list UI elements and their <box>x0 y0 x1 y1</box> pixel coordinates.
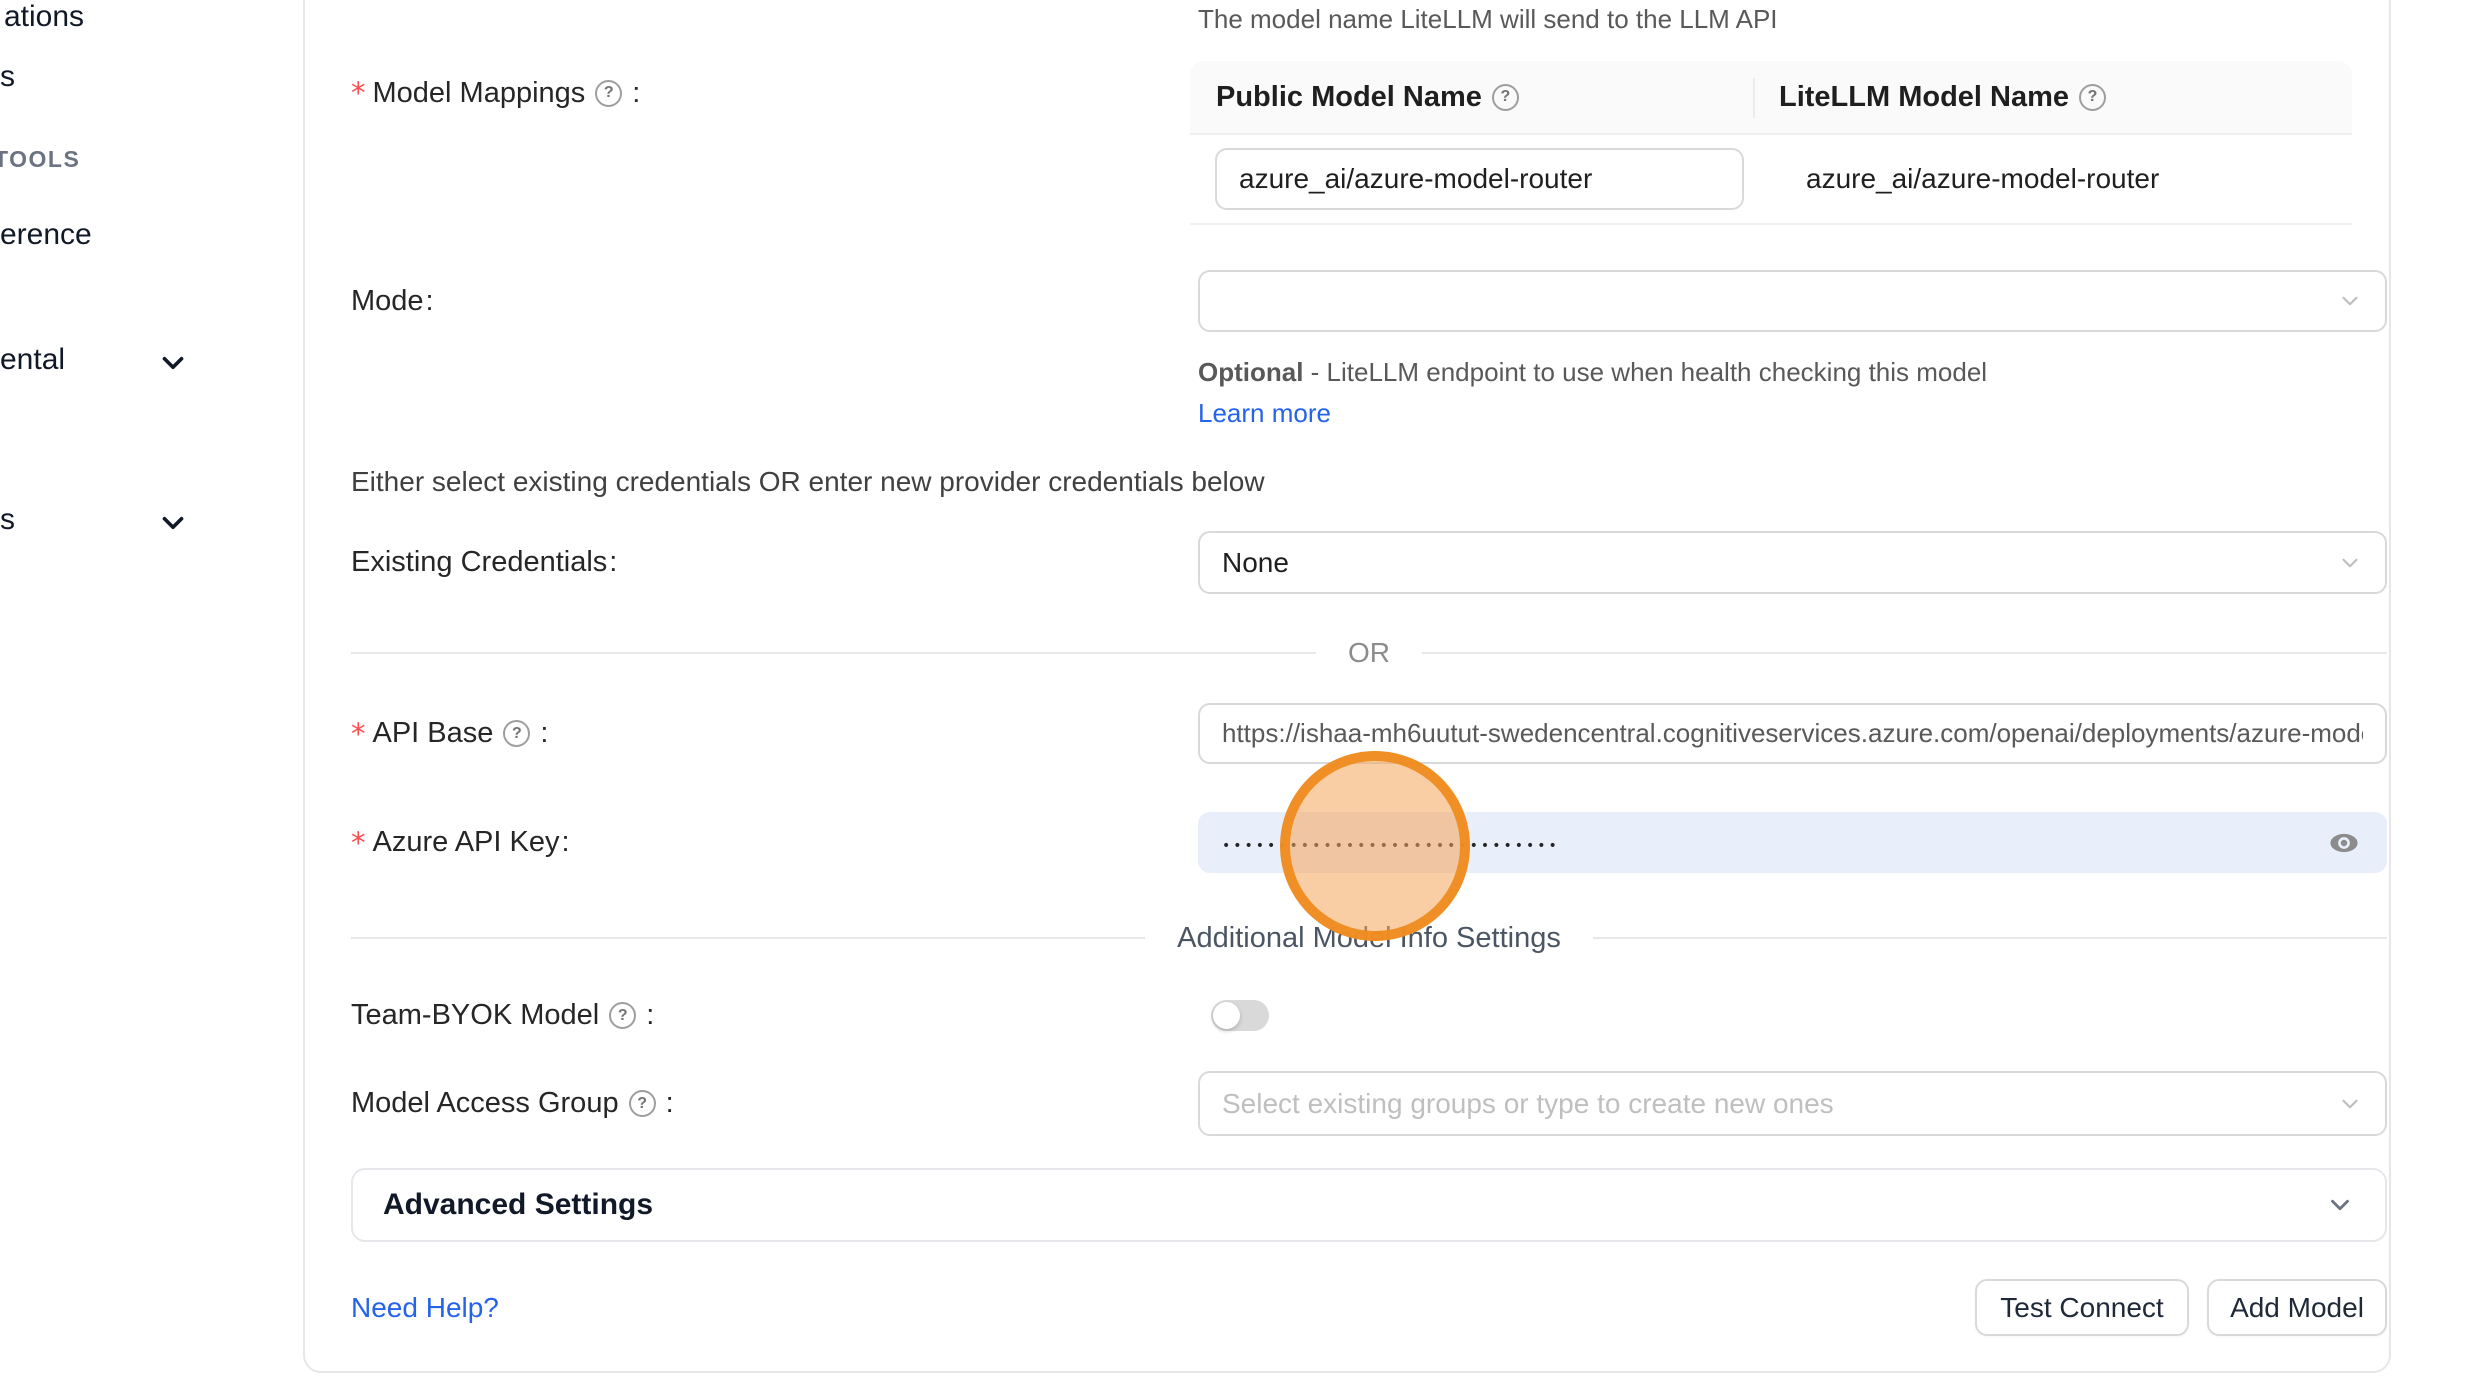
api-base-label: * API Base ? : <box>351 703 548 764</box>
sidebar-section-label: TOOLS <box>0 146 80 172</box>
chevron-down-icon[interactable] <box>156 506 190 540</box>
column-header-litellm-model-name: LiteLLM Model Name ? <box>1753 61 2352 133</box>
existing-credentials-label-text: Existing Credentials <box>351 546 607 579</box>
masked-api-key: •••••••••••••••••••••••••••••• <box>1222 833 1560 853</box>
chevron-down-icon <box>2337 288 2363 314</box>
sidebar-item-label: ations <box>4 0 84 33</box>
help-icon[interactable]: ? <box>503 720 530 747</box>
existing-credentials-label: Existing Credentials : <box>351 531 617 594</box>
sidebar-item-erence[interactable]: erence <box>0 218 92 252</box>
public-model-name-input[interactable] <box>1215 148 1744 210</box>
toggle-knob <box>1213 1002 1240 1029</box>
advanced-settings-header[interactable]: Advanced Settings <box>351 1168 2387 1242</box>
mode-helper-body: - LiteLLM endpoint to use when health ch… <box>1303 357 1987 387</box>
team-byok-toggle[interactable] <box>1211 1000 1269 1031</box>
table-header-row: Public Model Name ? LiteLLM Model Name ? <box>1190 61 2352 135</box>
model-mappings-table: Public Model Name ? LiteLLM Model Name ?… <box>1190 61 2352 225</box>
team-byok-label-text: Team-BYOK Model <box>351 999 599 1032</box>
azure-api-key-label-text: Azure API Key <box>373 826 560 859</box>
table-row: azure_ai/azure-model-router <box>1190 135 2352 225</box>
help-icon[interactable]: ? <box>595 80 622 107</box>
model-access-group-label-text: Model Access Group <box>351 1087 619 1120</box>
column-divider <box>1753 78 1755 118</box>
required-asterisk: * <box>351 717 366 751</box>
sidebar-item-s2[interactable]: s <box>0 503 15 537</box>
mode-helper-text: Optional - LiteLLM endpoint to use when … <box>1198 352 2020 434</box>
litellm-model-name-value: azure_ai/azure-model-router <box>1806 163 2159 195</box>
api-base-label-text: API Base <box>373 717 494 750</box>
or-divider: OR <box>351 638 2387 668</box>
api-base-value: https://ishaa-mh6uutut-swedencentral.cog… <box>1222 718 2363 749</box>
team-byok-label: Team-BYOK Model ? : <box>351 1000 654 1031</box>
help-icon[interactable]: ? <box>609 1002 636 1029</box>
divider-line <box>1593 937 2387 939</box>
chevron-down-icon <box>2337 1091 2363 1117</box>
sidebar-item-ental[interactable]: ental <box>0 343 65 377</box>
help-icon[interactable]: ? <box>1492 84 1519 111</box>
eye-icon <box>2325 827 2363 859</box>
sidebar-section-tools: TOOLS <box>0 146 80 173</box>
sidebar-item-label: s <box>0 60 15 93</box>
learn-more-link[interactable]: Learn more <box>1198 398 1331 428</box>
azure-api-key-label: * Azure API Key : <box>351 812 570 873</box>
sidebar-item-ations[interactable]: ations <box>4 0 84 34</box>
model-mappings-label: * Model Mappings ? : <box>351 76 640 110</box>
help-icon[interactable]: ? <box>2079 84 2106 111</box>
model-name-helper-text: The model name LiteLLM will send to the … <box>1198 4 1778 35</box>
label-colon: : <box>540 717 548 750</box>
sidebar-item-label: s <box>0 503 15 536</box>
label-colon: : <box>426 285 434 318</box>
divider-line <box>1422 652 2387 654</box>
sidebar: ations s TOOLS erence ental s <box>0 0 303 1385</box>
required-asterisk: * <box>351 826 366 860</box>
label-colon: : <box>609 546 617 579</box>
label-colon: : <box>666 1087 674 1120</box>
chevron-down-icon <box>2325 1190 2355 1220</box>
label-colon: : <box>646 999 654 1032</box>
mode-label-text: Mode <box>351 285 424 318</box>
sidebar-item-s1[interactable]: s <box>0 60 15 94</box>
or-divider-text: OR <box>1316 637 1422 669</box>
add-model-button[interactable]: Add Model <box>2207 1279 2387 1336</box>
divider-line <box>351 937 1145 939</box>
credentials-note: Either select existing credentials OR en… <box>351 466 1265 498</box>
existing-credentials-value: None <box>1222 547 1289 579</box>
existing-credentials-select[interactable]: None <box>1198 531 2387 594</box>
chevron-down-icon <box>2337 550 2363 576</box>
required-asterisk: * <box>351 76 366 110</box>
add-model-page: ations s TOOLS erence ental s The model … <box>0 0 2477 1385</box>
api-base-input[interactable]: https://ishaa-mh6uutut-swedencentral.cog… <box>1198 703 2387 764</box>
column-header-public-model-name: Public Model Name ? <box>1190 61 1753 133</box>
additional-settings-divider-text: Additional Model Info Settings <box>1145 922 1593 955</box>
test-connect-button[interactable]: Test Connect <box>1975 1279 2189 1336</box>
toggle-visibility-button[interactable] <box>2325 827 2363 859</box>
model-access-group-label: Model Access Group ? : <box>351 1071 674 1136</box>
azure-api-key-input[interactable]: •••••••••••••••••••••••••••••• <box>1198 812 2387 873</box>
help-icon[interactable]: ? <box>629 1090 656 1117</box>
advanced-settings-title: Advanced Settings <box>383 1188 2325 1222</box>
chevron-down-icon[interactable] <box>156 346 190 380</box>
sidebar-item-label: ental <box>0 343 65 376</box>
divider-line <box>351 652 1316 654</box>
mode-label: Mode : <box>351 270 434 332</box>
sidebar-item-label: erence <box>0 218 92 251</box>
model-access-group-placeholder: Select existing groups or type to create… <box>1222 1088 1834 1120</box>
label-colon: : <box>562 826 570 859</box>
label-colon: : <box>632 77 640 110</box>
mode-helper-bold: Optional <box>1198 357 1303 387</box>
model-mappings-label-text: Model Mappings <box>373 77 586 110</box>
need-help-link[interactable]: Need Help? <box>351 1279 499 1336</box>
model-access-group-select[interactable]: Select existing groups or type to create… <box>1198 1071 2387 1136</box>
additional-settings-divider: Additional Model Info Settings <box>351 922 2387 954</box>
mode-select[interactable] <box>1198 270 2387 332</box>
